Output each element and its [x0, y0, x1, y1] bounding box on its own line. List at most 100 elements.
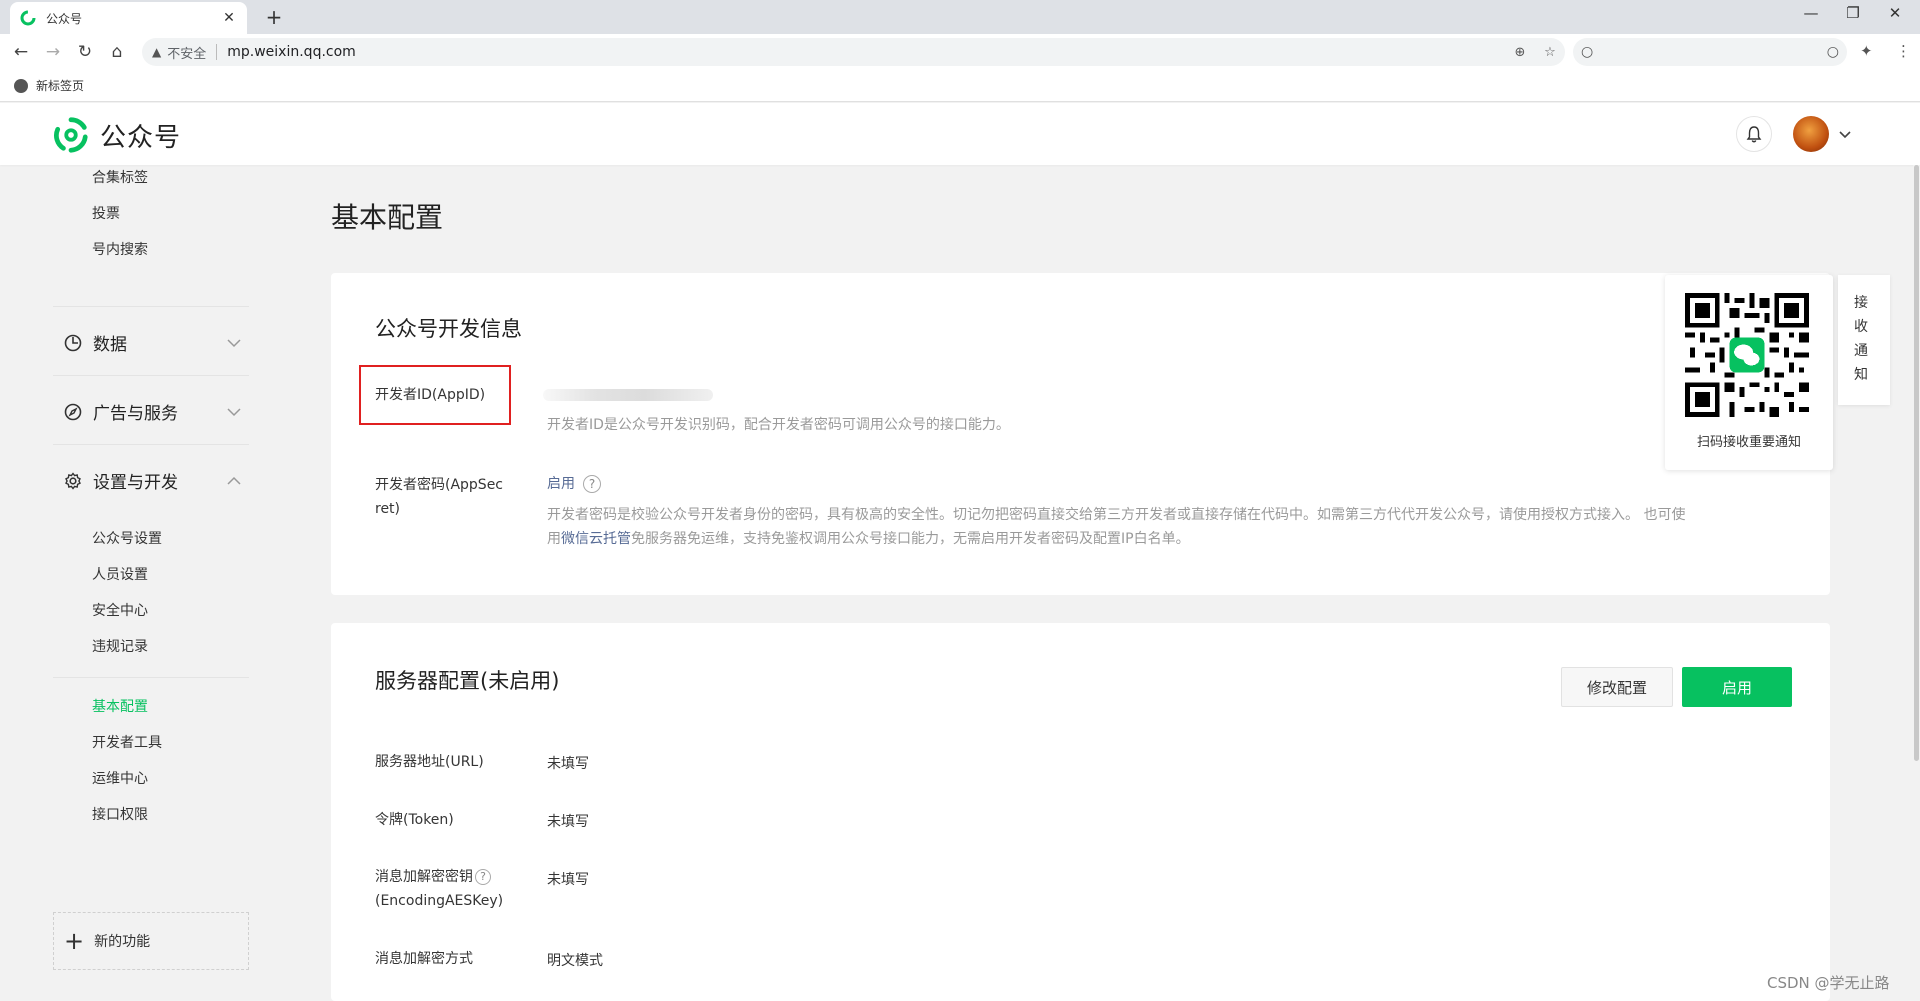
- site-header: 公众号: [0, 103, 1920, 165]
- address-bar[interactable]: ▲ 不安全 mp.weixin.qq.com ⊕ ☆: [142, 38, 1565, 66]
- notification-bell-icon[interactable]: [1736, 116, 1772, 152]
- sidebar-item-basic-config[interactable]: 基本配置: [92, 696, 148, 716]
- receive-notice-tab[interactable]: 接收通知: [1838, 275, 1890, 405]
- browser-toolbar: ← → ↻ ⌂ ▲ 不安全 mp.weixin.qq.com ⊕ ☆ ○ ○ ✦…: [0, 34, 1920, 70]
- search-icon-right[interactable]: ○: [1827, 44, 1839, 60]
- browser-tab[interactable]: 公众号 ✕: [10, 2, 247, 34]
- compass-icon: [64, 403, 82, 420]
- new-feature-label: 新的功能: [94, 934, 151, 950]
- zoom-icon[interactable]: ⊕: [1505, 45, 1535, 60]
- server-config-card: 服务器配置(未启用) 修改配置 启用 服务器地址(URL) 未填写 令牌(Tok…: [331, 623, 1830, 1001]
- help-icon[interactable]: ?: [583, 475, 601, 493]
- secret-enable-link[interactable]: 启用: [547, 476, 575, 492]
- browser-menu-icon[interactable]: ⋮: [1896, 42, 1911, 60]
- sidebar-group-ads[interactable]: 广告与服务: [63, 399, 243, 424]
- sidebar-item-search[interactable]: 号内搜索: [92, 239, 148, 259]
- avatar[interactable]: [1793, 116, 1829, 152]
- server-url-label: 服务器地址(URL): [375, 754, 484, 770]
- wechat-mp-favicon-icon: [20, 10, 36, 26]
- sidebar-item-account-settings[interactable]: 公众号设置: [92, 528, 162, 548]
- home-icon[interactable]: ⌂: [106, 42, 128, 64]
- brand-name: 公众号: [100, 122, 182, 153]
- browser-tab-bar: 公众号 ✕ + — ❐ ✕: [0, 0, 1920, 34]
- scrollbar-thumb[interactable]: [1914, 165, 1919, 761]
- aes-key-label-line1: 消息加解密密钥?: [375, 865, 491, 889]
- gear-icon: [65, 471, 81, 490]
- sidebar-item-staff-settings[interactable]: 人员设置: [92, 564, 148, 584]
- extensions-icon[interactable]: ✦: [1860, 42, 1873, 60]
- site-logo[interactable]: 公众号: [52, 116, 181, 154]
- receive-notice-label: 接收通知: [1854, 295, 1868, 383]
- token-label: 令牌(Token): [375, 812, 454, 828]
- pie-chart-icon: [64, 334, 82, 351]
- enable-server-button[interactable]: 启用: [1682, 667, 1792, 707]
- sidebar-item-violations[interactable]: 违规记录: [92, 636, 148, 656]
- secret-label-line1: 开发者密码(AppSec: [375, 477, 504, 493]
- omnibox-separator: [216, 44, 218, 60]
- secret-desc-suffix: 免服务器免运维，支持免鉴权调用公众号接口能力，无需启用开发者密码及配置IP白名单…: [631, 531, 1190, 547]
- sidebar-item-api-permissions[interactable]: 接口权限: [92, 804, 148, 824]
- server-config-title: 服务器配置(未启用): [375, 669, 560, 693]
- restore-icon[interactable]: ❐: [1838, 4, 1868, 22]
- bell-icon: [1746, 126, 1762, 143]
- url-text[interactable]: mp.weixin.qq.com: [227, 44, 1505, 60]
- sidebar-divider: [53, 677, 249, 678]
- dev-info-title: 公众号开发信息: [375, 317, 522, 341]
- appid-value-redacted: [543, 389, 713, 401]
- chevron-down-icon[interactable]: [1836, 125, 1854, 143]
- sidebar-group-label: 设置与开发: [93, 473, 178, 493]
- forward-icon[interactable]: →: [42, 42, 64, 64]
- secret-description-line2: 用微信云托管免服务器免运维，支持免鉴权调用公众号接口能力，无需启用开发者密码及配…: [547, 527, 1190, 551]
- aes-key-label-line2: (EncodingAESKey): [375, 893, 504, 909]
- sidebar-item-ops-center[interactable]: 运维中心: [92, 768, 148, 788]
- new-tab-button[interactable]: +: [262, 6, 286, 30]
- sidebar-divider: [53, 375, 249, 376]
- secret-desc-prefix: 用: [547, 531, 561, 547]
- minimize-icon[interactable]: —: [1796, 4, 1826, 22]
- help-icon[interactable]: ?: [475, 869, 491, 885]
- plus-icon: +: [64, 927, 85, 955]
- bookmark-new-tab[interactable]: 新标签页: [36, 77, 84, 94]
- sidebar-item-dev-tools[interactable]: 开发者工具: [92, 732, 162, 752]
- sidebar: 合集标签 投票 号内搜索 数据 广告与服务 设置与开发 公众号设置 人员设置 安…: [0, 165, 300, 1001]
- qr-code-icon: [1685, 293, 1809, 417]
- sidebar-group-label: 广告与服务: [93, 404, 178, 424]
- sidebar-item-vote[interactable]: 投票: [92, 203, 120, 223]
- encrypt-mode-label: 消息加解密方式: [375, 951, 473, 967]
- reload-icon[interactable]: ↻: [74, 42, 96, 64]
- secret-label-line2: ret): [375, 501, 401, 517]
- globe-icon: [14, 78, 28, 93]
- chevron-up-icon: [227, 476, 241, 485]
- chevron-down-icon: [227, 338, 241, 347]
- modify-config-button[interactable]: 修改配置: [1561, 667, 1673, 707]
- secret-enable-row: 启用?: [547, 473, 601, 493]
- server-url-value: 未填写: [547, 756, 589, 772]
- sidebar-group-data[interactable]: 数据: [63, 330, 243, 355]
- bookmark-star-icon[interactable]: ☆: [1535, 45, 1565, 60]
- insecure-label: 不安全: [167, 46, 207, 62]
- sidebar-item-security-center[interactable]: 安全中心: [92, 600, 148, 620]
- aes-key-value: 未填写: [547, 872, 589, 888]
- sidebar-item-collection-tags[interactable]: 合集标签: [92, 167, 148, 187]
- aes-key-label: 消息加解密密钥: [375, 869, 473, 885]
- sidebar-group-settings[interactable]: 设置与开发: [63, 468, 243, 493]
- token-value: 未填写: [547, 814, 589, 830]
- window-close-icon[interactable]: ✕: [1880, 4, 1910, 22]
- new-feature-button[interactable]: + 新的功能: [53, 912, 249, 970]
- bookmarks-bar: 新标签页: [0, 70, 1920, 102]
- tab-close-icon[interactable]: ✕: [221, 10, 237, 26]
- back-icon[interactable]: ←: [10, 42, 32, 64]
- warning-icon: ▲: [152, 45, 162, 59]
- encrypt-mode-value: 明文模式: [547, 953, 603, 969]
- sidebar-group-label: 数据: [93, 335, 127, 355]
- appid-label: 开发者ID(AppID): [375, 387, 486, 403]
- wechat-cloud-hosting-link[interactable]: 微信云托管: [561, 531, 631, 547]
- search-icon: ○: [1581, 44, 1594, 60]
- secret-description-line1: 开发者密码是校验公众号开发者身份的密码，具有极高的安全性。切记勿把密码直接交给第…: [547, 507, 1686, 523]
- wechat-mp-logo-icon: [54, 117, 88, 153]
- appid-description: 开发者ID是公众号开发识别码，配合开发者密码可调用公众号的接口能力。: [547, 417, 1010, 433]
- sidebar-divider: [53, 444, 249, 445]
- browser-search-box[interactable]: ○ ○: [1573, 38, 1847, 66]
- watermark-text: CSDN @学无止路: [1767, 974, 1890, 992]
- dev-info-card: 公众号开发信息 开发者ID(AppID) 开发者ID是公众号开发识别码，配合开发…: [331, 273, 1830, 595]
